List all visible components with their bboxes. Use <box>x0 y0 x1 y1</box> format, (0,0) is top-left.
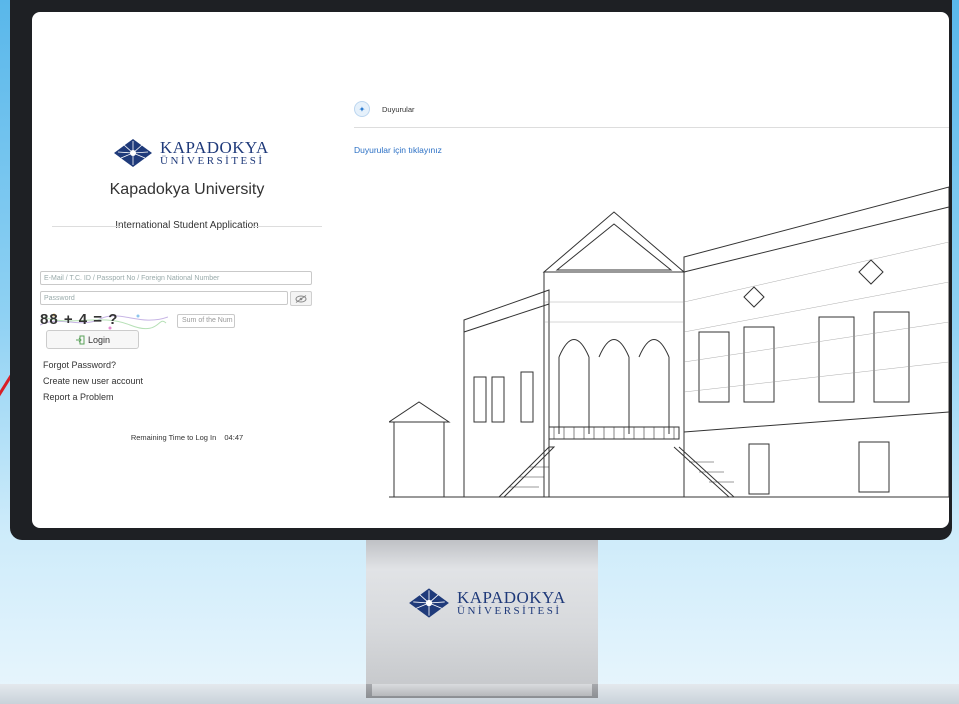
timer-value: 04:47 <box>224 433 244 442</box>
logo-line1: KAPADOKYA <box>160 138 269 157</box>
logo-wordmark: KAPADOKYA ÜNİVERSİTESİ <box>160 139 269 167</box>
monitor-stand: KAPADOKYA ÜNİVERSİTESİ <box>366 540 598 686</box>
eye-slash-icon <box>295 294 307 303</box>
report-problem-link[interactable]: Report a Problem <box>43 392 114 402</box>
login-screen: KAPADOKYA ÜNİVERSİTESİ Kapadokya Univers… <box>32 12 949 528</box>
login-button[interactable]: Login <box>46 330 139 349</box>
sign-in-icon <box>75 335 85 344</box>
announcements-header: ✦ Duyurular <box>354 101 415 117</box>
stand-wordmark: KAPADOKYA ÜNİVERSİTESİ <box>457 589 566 617</box>
stand-emblem-icon <box>409 588 449 618</box>
kapadokya-emblem-icon <box>114 139 152 167</box>
university-logo: KAPADOKYA ÜNİVERSİTESİ <box>112 138 269 168</box>
captcha-text: 88 + 4 = ? <box>40 311 119 328</box>
stand-base-inner <box>372 684 592 696</box>
login-timer: Remaining Time to Log In 04:47 <box>32 433 342 442</box>
application-title-text: International Student Application <box>115 220 259 231</box>
announcements-link[interactable]: Duyurular için tıklayınız <box>354 145 442 155</box>
stand-base <box>366 684 598 698</box>
forgot-password-link[interactable]: Forgot Password? <box>43 360 116 370</box>
title-divider-right <box>252 226 322 227</box>
username-field[interactable]: E-Mail / T.C. ID / Passport No / Foreign… <box>40 271 312 285</box>
captcha-image: 88 + 4 = ? <box>40 311 168 331</box>
timer-label: Remaining Time to Log In <box>130 433 217 442</box>
announcements-divider <box>354 127 949 128</box>
announcements-title: Duyurular <box>382 104 415 114</box>
university-title: Kapadokya University <box>109 181 265 198</box>
title-divider-left <box>52 226 122 227</box>
monitor-frame: KAPADOKYA ÜNİVERSİTESİ Kapadokya Univers… <box>10 0 952 540</box>
logo-line2: ÜNİVERSİTESİ <box>160 155 265 167</box>
login-label: Login <box>87 334 111 345</box>
captcha-answer-input[interactable]: Sum of the Num <box>177 314 235 328</box>
password-field[interactable]: Password <box>40 291 288 305</box>
stand-logo-line1: KAPADOKYA <box>457 588 566 607</box>
announcement-icon: ✦ <box>354 101 370 117</box>
toggle-password-button[interactable] <box>290 291 312 306</box>
application-title: International Student Application <box>32 220 342 231</box>
campus-building-illustration <box>389 186 949 498</box>
stand-logo-line2: ÜNİVERSİTESİ <box>457 605 562 617</box>
stand-logo: KAPADOKYA ÜNİVERSİTESİ <box>407 587 566 619</box>
create-account-link[interactable]: Create new user account <box>43 376 143 386</box>
page: { "login": { "logo_line1": "KAPADOKYA", … <box>0 0 959 704</box>
